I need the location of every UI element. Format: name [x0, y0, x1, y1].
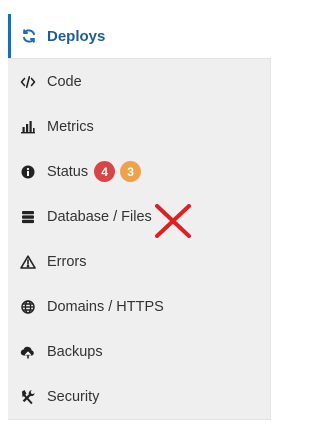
sidebar-item-deploys[interactable]: Deploys	[8, 14, 271, 58]
active-indicator	[8, 14, 11, 58]
sidebar-item-label: Backups	[47, 343, 103, 360]
sidebar-item-domains[interactable]: Domains / HTTPS	[8, 284, 270, 329]
status-badge-orange: 3	[120, 161, 142, 182]
sidebar-item-label: Deploys	[47, 27, 106, 45]
bar-chart-icon	[20, 119, 36, 135]
sidebar-nav: Deploys Code Metrics Status 4 3 Database…	[8, 14, 271, 420]
menu-panel: Code Metrics Status 4 3 Database / Files…	[8, 58, 271, 420]
sidebar-item-label: Database / Files	[47, 208, 152, 225]
sidebar-item-label: Code	[47, 73, 82, 90]
sidebar-item-label: Status	[47, 163, 89, 180]
sidebar-item-label: Metrics	[47, 118, 94, 135]
sidebar-item-metrics[interactable]: Metrics	[8, 104, 270, 149]
warning-icon	[20, 254, 36, 270]
sidebar-item-database[interactable]: Database / Files	[8, 194, 270, 239]
red-cross-mark	[155, 204, 191, 238]
cloud-upload-icon	[20, 344, 36, 360]
globe-icon	[20, 299, 36, 315]
refresh-icon	[21, 28, 37, 44]
sidebar-item-code[interactable]: Code	[8, 59, 270, 104]
database-icon	[20, 209, 36, 225]
tools-icon	[20, 389, 36, 405]
code-icon	[20, 74, 36, 90]
sidebar-item-status[interactable]: Status 4 3	[8, 149, 270, 194]
status-badge-red: 4	[94, 161, 116, 182]
sidebar-item-label: Errors	[47, 253, 87, 270]
sidebar-item-backups[interactable]: Backups	[8, 329, 270, 374]
sidebar-item-errors[interactable]: Errors	[8, 239, 270, 284]
sidebar-item-label: Domains / HTTPS	[47, 298, 164, 315]
info-icon	[20, 164, 36, 180]
sidebar-item-security[interactable]: Security	[8, 374, 270, 419]
sidebar-item-label: Security	[47, 388, 100, 405]
